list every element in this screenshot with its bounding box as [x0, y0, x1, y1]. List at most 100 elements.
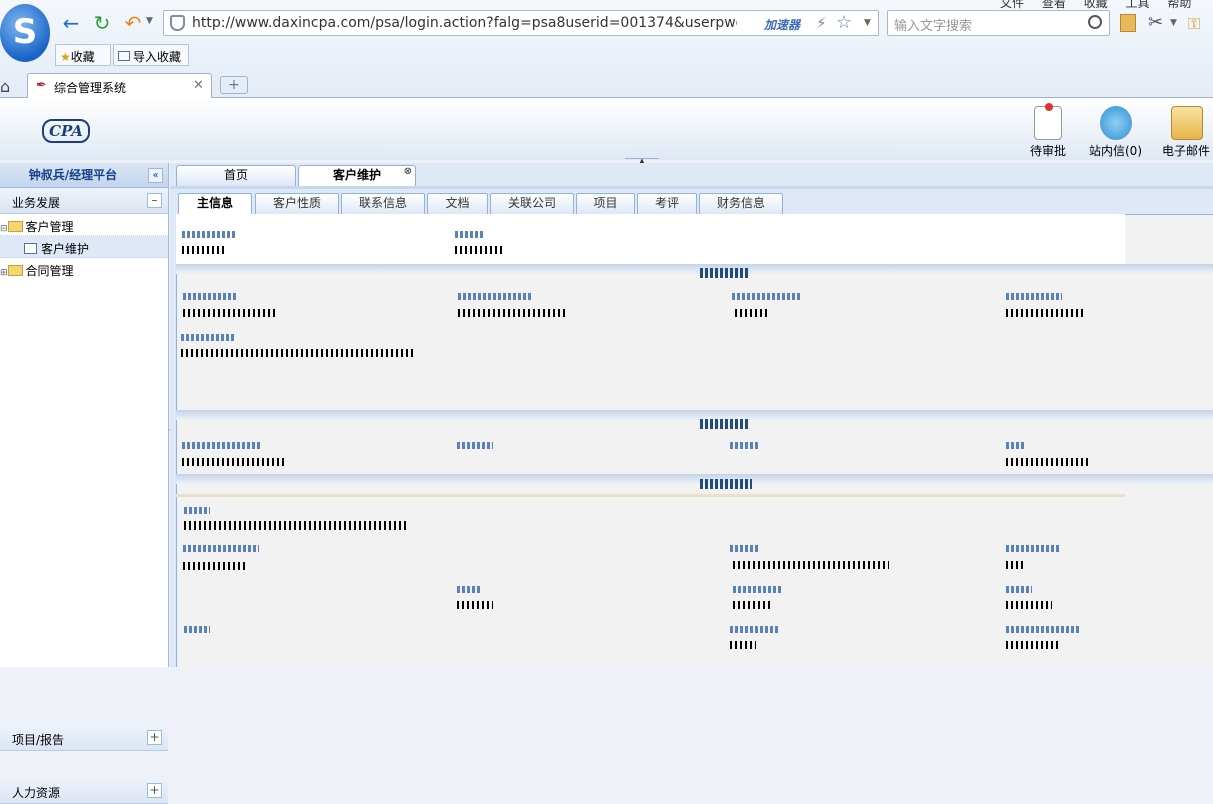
email-label[interactable]: 电子邮件 — [1162, 142, 1210, 159]
new-tab-button[interactable]: + — [220, 76, 248, 94]
refresh-icon[interactable]: ↻ — [91, 12, 113, 34]
field-label — [458, 293, 532, 300]
tab-contact-info[interactable]: 联系信息 — [341, 193, 425, 214]
menu-tools[interactable]: 工具 — [1126, 0, 1150, 10]
menu-file[interactable]: 文件 — [1000, 0, 1024, 10]
undo-icon[interactable]: ↶ — [122, 12, 144, 34]
field-label — [184, 626, 210, 633]
tab-related-companies[interactable]: 关联公司 — [490, 193, 574, 214]
key-icon[interactable]: ⚿ — [1188, 14, 1200, 34]
field-value — [458, 309, 566, 317]
platform-title: 钟叔兵/经理平台 — [28, 168, 118, 182]
section-projects[interactable]: 项目/报告 + — [0, 725, 168, 751]
tab-financial-info[interactable]: 财务信息 — [699, 193, 783, 214]
field-value — [1006, 458, 1090, 466]
tree-item-contract-mgmt[interactable]: ⊞ 合同管理 — [0, 258, 168, 280]
form-icon — [24, 243, 37, 254]
envelope-icon[interactable] — [1171, 106, 1203, 140]
browser-menu: 文件 查看 收藏 工具 帮助 — [1000, 0, 1191, 11]
tree-expand-icon[interactable]: ⊟ — [0, 224, 8, 234]
tab-customer-maintain[interactable]: 客户维护 ⊗ — [298, 165, 416, 186]
section-hr[interactable]: 人力资源 + — [0, 778, 168, 804]
left-panel-header: 钟叔兵/经理平台 « — [0, 163, 168, 188]
pending-approval-label[interactable]: 待审批 — [1030, 142, 1066, 159]
back-icon[interactable]: ← — [60, 12, 82, 34]
menu-view[interactable]: 查看 — [1042, 0, 1066, 10]
tab-main-info[interactable]: 主信息 — [178, 193, 252, 214]
star-icon[interactable]: ☆ — [836, 12, 852, 33]
tree-item-customer-maintain[interactable]: 客户维护 — [0, 236, 168, 258]
cpa-logo: CPA — [42, 119, 90, 143]
messages-label[interactable]: 站内信(0) — [1089, 142, 1142, 159]
menu-favorites[interactable]: 收藏 — [1084, 0, 1108, 10]
field-value — [183, 309, 278, 317]
field-value — [184, 521, 409, 530]
field-label — [730, 626, 780, 633]
field-value — [455, 246, 502, 254]
address-dropdown-icon[interactable]: ▼ — [864, 18, 871, 28]
tab-projects[interactable]: 项目 — [576, 193, 635, 214]
chat-bubble-icon[interactable] — [1100, 106, 1132, 140]
field-label — [183, 293, 236, 300]
tab-evaluation[interactable]: 考评 — [637, 193, 697, 214]
field-label — [1006, 442, 1026, 449]
favorite-star-icon: ★ — [60, 50, 71, 64]
field-label — [1006, 293, 1062, 300]
field-label — [455, 231, 485, 238]
menu-help[interactable]: 帮助 — [1167, 0, 1191, 10]
field-label — [457, 586, 481, 593]
tab-title: 综合管理系统 — [54, 81, 127, 95]
tab-home[interactable]: 首页 — [176, 165, 296, 186]
tab-documents[interactable]: 文档 — [427, 193, 488, 214]
close-tab-icon[interactable]: ⊗ — [404, 162, 412, 181]
feather-icon: ✒ — [36, 78, 47, 93]
browser-logo-icon[interactable]: S — [0, 4, 50, 62]
section-divider — [176, 494, 1125, 497]
field-label — [457, 442, 493, 449]
field-label — [1006, 626, 1080, 633]
scissors-icon[interactable]: ✂ — [1148, 12, 1163, 33]
field-label — [182, 442, 262, 449]
tab-customer-nature[interactable]: 客户性质 — [255, 193, 339, 214]
search-box[interactable]: 输入文字搜索 — [887, 10, 1110, 36]
section-business[interactable]: 业务发展 – — [0, 188, 168, 214]
close-icon[interactable]: ✕ — [193, 78, 204, 93]
folder-icon — [7, 265, 23, 276]
address-text[interactable]: http://www.daxincpa.com/psa/login.action… — [192, 15, 737, 31]
form-content — [176, 214, 1213, 667]
undo-dropdown-icon[interactable]: ▼ — [146, 16, 153, 26]
search-icon[interactable] — [1088, 15, 1102, 29]
field-label — [732, 293, 800, 300]
form-row-top — [176, 214, 1125, 264]
field-value — [182, 246, 224, 254]
expand-section-icon[interactable]: + — [147, 730, 162, 745]
section-header — [700, 479, 752, 489]
folder-icon — [118, 51, 130, 61]
expand-section-icon[interactable]: + — [147, 783, 162, 798]
tree-item-customer-mgmt[interactable]: ⊟ 客户管理 — [0, 214, 168, 236]
field-value — [182, 458, 284, 466]
lightning-icon[interactable]: ⚡ — [816, 14, 827, 32]
field-label — [183, 545, 259, 552]
tree-expand-icon[interactable]: ⊞ — [0, 268, 8, 278]
field-value — [183, 562, 245, 570]
collapse-panel-button[interactable]: « — [148, 168, 163, 183]
accelerator-link[interactable]: 加速器 — [764, 16, 800, 33]
field-label — [1006, 586, 1032, 593]
collapse-section-icon[interactable]: – — [147, 193, 162, 208]
clipboard-icon[interactable] — [1034, 103, 1062, 140]
sidebar-icon[interactable] — [1120, 14, 1136, 32]
home-icon[interactable]: ⌂ — [0, 77, 10, 96]
field-value — [730, 641, 756, 649]
tab-system[interactable]: ✒ 综合管理系统 ✕ — [27, 73, 212, 98]
scissors-dropdown-icon[interactable]: ▼ — [1170, 18, 1177, 28]
address-bar[interactable]: http://www.daxincpa.com/psa/login.action… — [163, 10, 879, 36]
field-value — [735, 309, 767, 317]
bookmark-favorites[interactable]: ★收藏 — [55, 44, 111, 66]
section-divider — [176, 410, 1213, 420]
field-value — [733, 561, 889, 569]
field-value — [1006, 309, 1086, 317]
search-input[interactable]: 输入文字搜索 — [894, 15, 972, 34]
section-header — [700, 268, 750, 278]
bookmark-import[interactable]: 导入收藏 — [113, 44, 189, 66]
